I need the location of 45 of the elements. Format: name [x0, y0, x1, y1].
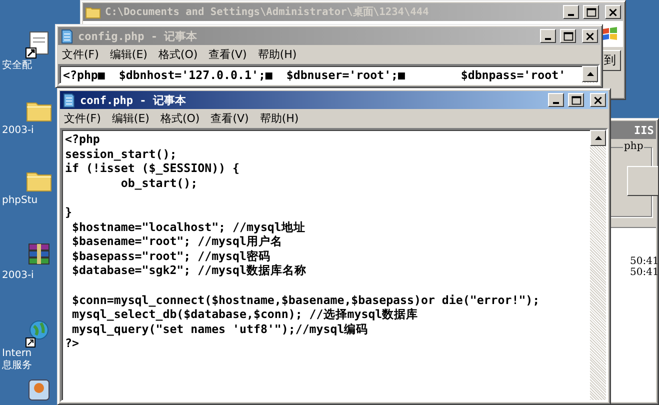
code-text: <?php■ $dbnhost='127.0.0.1';■ $dbnuser='root';■ $dbnpass='root'	[62, 67, 567, 83]
menu-item[interactable]: 编辑(E)	[112, 111, 150, 126]
minimize-icon	[545, 38, 551, 40]
close-icon	[606, 6, 620, 18]
maximize-icon	[584, 6, 598, 18]
scrollbar[interactable]	[590, 130, 606, 400]
button[interactable]	[627, 166, 658, 196]
icon-label[interactable]: 2003-i	[2, 125, 34, 137]
window-title: config.php - 记事本	[78, 28, 198, 44]
folder-icon	[85, 5, 101, 19]
window-title: conf.php - 记事本	[80, 92, 187, 108]
close-icon	[583, 30, 597, 42]
minimize-button[interactable]	[548, 93, 564, 107]
close-icon	[591, 94, 605, 106]
icon-label[interactable]: 安全配	[2, 60, 32, 72]
minimize-icon	[553, 102, 559, 104]
windows-flag-icon	[601, 26, 619, 42]
menu-item[interactable]: 格式(O)	[158, 47, 198, 62]
menu-item[interactable]: 文件(F)	[64, 111, 101, 126]
icon-label[interactable]: phpStu	[2, 195, 38, 207]
menu-item[interactable]: 查看(V)	[208, 47, 247, 62]
menu-item[interactable]: 文件(F)	[62, 47, 99, 62]
maximize-button[interactable]	[568, 93, 584, 107]
menu-item[interactable]: 帮助(H)	[258, 47, 297, 62]
text-area[interactable]: <?php■ $dbnhost='127.0.0.1';■ $dbnuser='root';■ $dbnpass='root'	[58, 64, 600, 85]
menu-item[interactable]: 帮助(H)	[260, 111, 299, 126]
icon-label[interactable]: Intern 息服务	[2, 348, 32, 372]
scroll-up-button[interactable]	[590, 130, 606, 146]
code-text: <?php session_start(); if (!isset ($_SESSION)) { ob_start(); } $hostname="localhost"; //mysql地址 $basename="root"; //mysql用户名 $basepass="root"; //mysql密码 $database="sgk2"; //mysql数据库名称 $conn=mysql_connect($hostname,$basename,$basepass)or die("error!"); mysql_select_db($database,$conn); //选择mysql数据库 mysql_query("set names 'utf8'");//mysql编码 ?>	[64, 131, 541, 352]
menu-item[interactable]: 查看(V)	[210, 111, 249, 126]
notepad-icon	[62, 92, 76, 108]
up-arrow-icon	[586, 71, 594, 77]
group-label: php	[623, 141, 644, 152]
log-line: 50:41	[630, 256, 656, 267]
menu-item[interactable]: 格式(O)	[160, 111, 200, 126]
menu-item[interactable]: 编辑(E)	[110, 47, 148, 62]
log-line: 50:41	[630, 267, 656, 278]
icon-label[interactable]: 2003-i	[2, 270, 34, 282]
maximize-icon	[569, 94, 583, 106]
minimize-icon	[568, 14, 574, 16]
maximize-icon	[561, 30, 575, 42]
close-button[interactable]	[590, 93, 606, 107]
notepad-icon	[60, 28, 74, 44]
up-arrow-icon	[594, 135, 602, 141]
window-title: IIS	[634, 124, 654, 136]
